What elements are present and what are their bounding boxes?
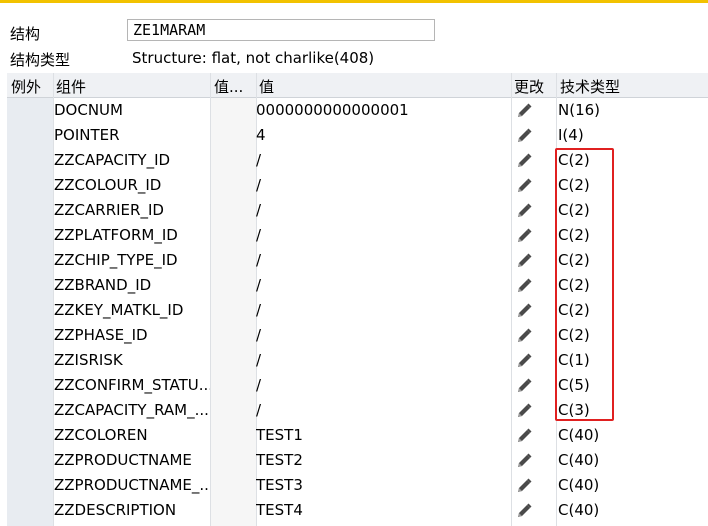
pencil-icon[interactable]: [515, 477, 533, 495]
component-cell: ZZCOLOUR_ID: [54, 176, 162, 194]
value-cell[interactable]: /: [256, 176, 506, 194]
pencil-icon[interactable]: [515, 252, 533, 270]
tech-type-cell: C(40): [558, 476, 600, 494]
table-row[interactable]: POINTER 4 I(4): [7, 123, 708, 148]
component-cell: ZZDESCRIPTION: [54, 501, 177, 519]
pencil-icon[interactable]: [515, 352, 533, 370]
pencil-icon[interactable]: [515, 402, 533, 420]
structure-field[interactable]: ZE1MARAM: [127, 19, 435, 41]
table-row[interactable]: ZZPRODUCTNAME TEST2 C(40): [7, 448, 708, 473]
pencil-icon[interactable]: [515, 377, 533, 395]
pencil-icon[interactable]: [515, 177, 533, 195]
component-cell: ZZCARRIER_ID: [54, 201, 164, 219]
value-cell[interactable]: 0000000000000001: [256, 101, 506, 119]
component-cell: ZZPLATFORM_ID: [54, 226, 178, 244]
value-cell[interactable]: /: [256, 401, 506, 419]
pencil-icon[interactable]: [515, 327, 533, 345]
component-cell: ZZPRODUCTNAME_...: [54, 476, 210, 494]
value-cell[interactable]: TEST1: [256, 426, 506, 444]
structure-type-value: Structure: flat, not charlike(408): [132, 49, 375, 67]
component-cell: ZZISRISK: [54, 351, 123, 369]
component-cell: ZZPHASE_ID: [54, 326, 148, 344]
component-cell: ZZCOLOREN: [54, 426, 148, 444]
pencil-icon[interactable]: [515, 102, 533, 120]
value-cell[interactable]: /: [256, 326, 506, 344]
top-accent-line: [0, 0, 708, 3]
col-tech-type[interactable]: 技术类型: [560, 76, 620, 97]
value-cell[interactable]: /: [256, 376, 506, 394]
col-change[interactable]: 更改: [514, 76, 544, 97]
pencil-icon[interactable]: [515, 127, 533, 145]
highlight-box: [555, 148, 614, 421]
value-cell[interactable]: TEST3: [256, 476, 506, 494]
pencil-icon[interactable]: [515, 227, 533, 245]
value-cell[interactable]: /: [256, 226, 506, 244]
value-cell[interactable]: /: [256, 351, 506, 369]
value-cell[interactable]: TEST2: [256, 451, 506, 469]
component-cell: DOCNUM: [54, 101, 123, 119]
value-cell[interactable]: /: [256, 276, 506, 294]
col-component[interactable]: 组件: [56, 76, 86, 97]
col-value[interactable]: 值: [259, 76, 274, 97]
tech-type-cell: I(4): [558, 126, 584, 144]
col-value-short[interactable]: 值...: [214, 76, 243, 97]
pencil-icon[interactable]: [515, 452, 533, 470]
pencil-icon[interactable]: [515, 202, 533, 220]
component-cell: ZZCONFIRM_STATU...: [54, 376, 210, 394]
table-row[interactable]: ZZPRODUCTNAME_... TEST3 C(40): [7, 473, 708, 498]
value-cell[interactable]: /: [256, 151, 506, 169]
structure-type-label: 结构类型: [10, 51, 71, 69]
grid-header: 例外 组件 值... 值 更改 技术类型: [7, 73, 708, 98]
col-exception[interactable]: 例外: [11, 76, 41, 97]
value-cell[interactable]: /: [256, 251, 506, 269]
value-cell[interactable]: /: [256, 201, 506, 219]
tech-type-cell: C(40): [558, 501, 600, 519]
tech-type-cell: C(40): [558, 426, 600, 444]
pencil-icon[interactable]: [515, 277, 533, 295]
component-cell: ZZBRAND_ID: [54, 276, 152, 294]
tech-type-cell: C(40): [558, 451, 600, 469]
component-cell: ZZCHIP_TYPE_ID: [54, 251, 178, 269]
table-row[interactable]: ZZDESCRIPTION TEST4 C(40): [7, 498, 708, 523]
component-cell: ZZCAPACITY_ID: [54, 151, 171, 169]
value-cell[interactable]: TEST4: [256, 501, 506, 519]
component-cell: ZZPRODUCTNAME: [54, 451, 192, 469]
table-row[interactable]: DOCNUM 0000000000000001 N(16): [7, 98, 708, 123]
component-cell: ZZKEY_MATKL_ID: [54, 301, 184, 319]
component-cell: ZZCAPACITY_RAM_...: [54, 401, 209, 419]
pencil-icon[interactable]: [515, 302, 533, 320]
structure-label: 结构: [10, 25, 41, 43]
pencil-icon[interactable]: [515, 502, 533, 520]
value-cell[interactable]: 4: [256, 126, 506, 144]
pencil-icon[interactable]: [515, 427, 533, 445]
value-cell[interactable]: /: [256, 301, 506, 319]
table-row[interactable]: ZZCOLOREN TEST1 C(40): [7, 423, 708, 448]
tech-type-cell: N(16): [558, 101, 601, 119]
pencil-icon[interactable]: [515, 152, 533, 170]
component-cell: POINTER: [54, 126, 120, 144]
